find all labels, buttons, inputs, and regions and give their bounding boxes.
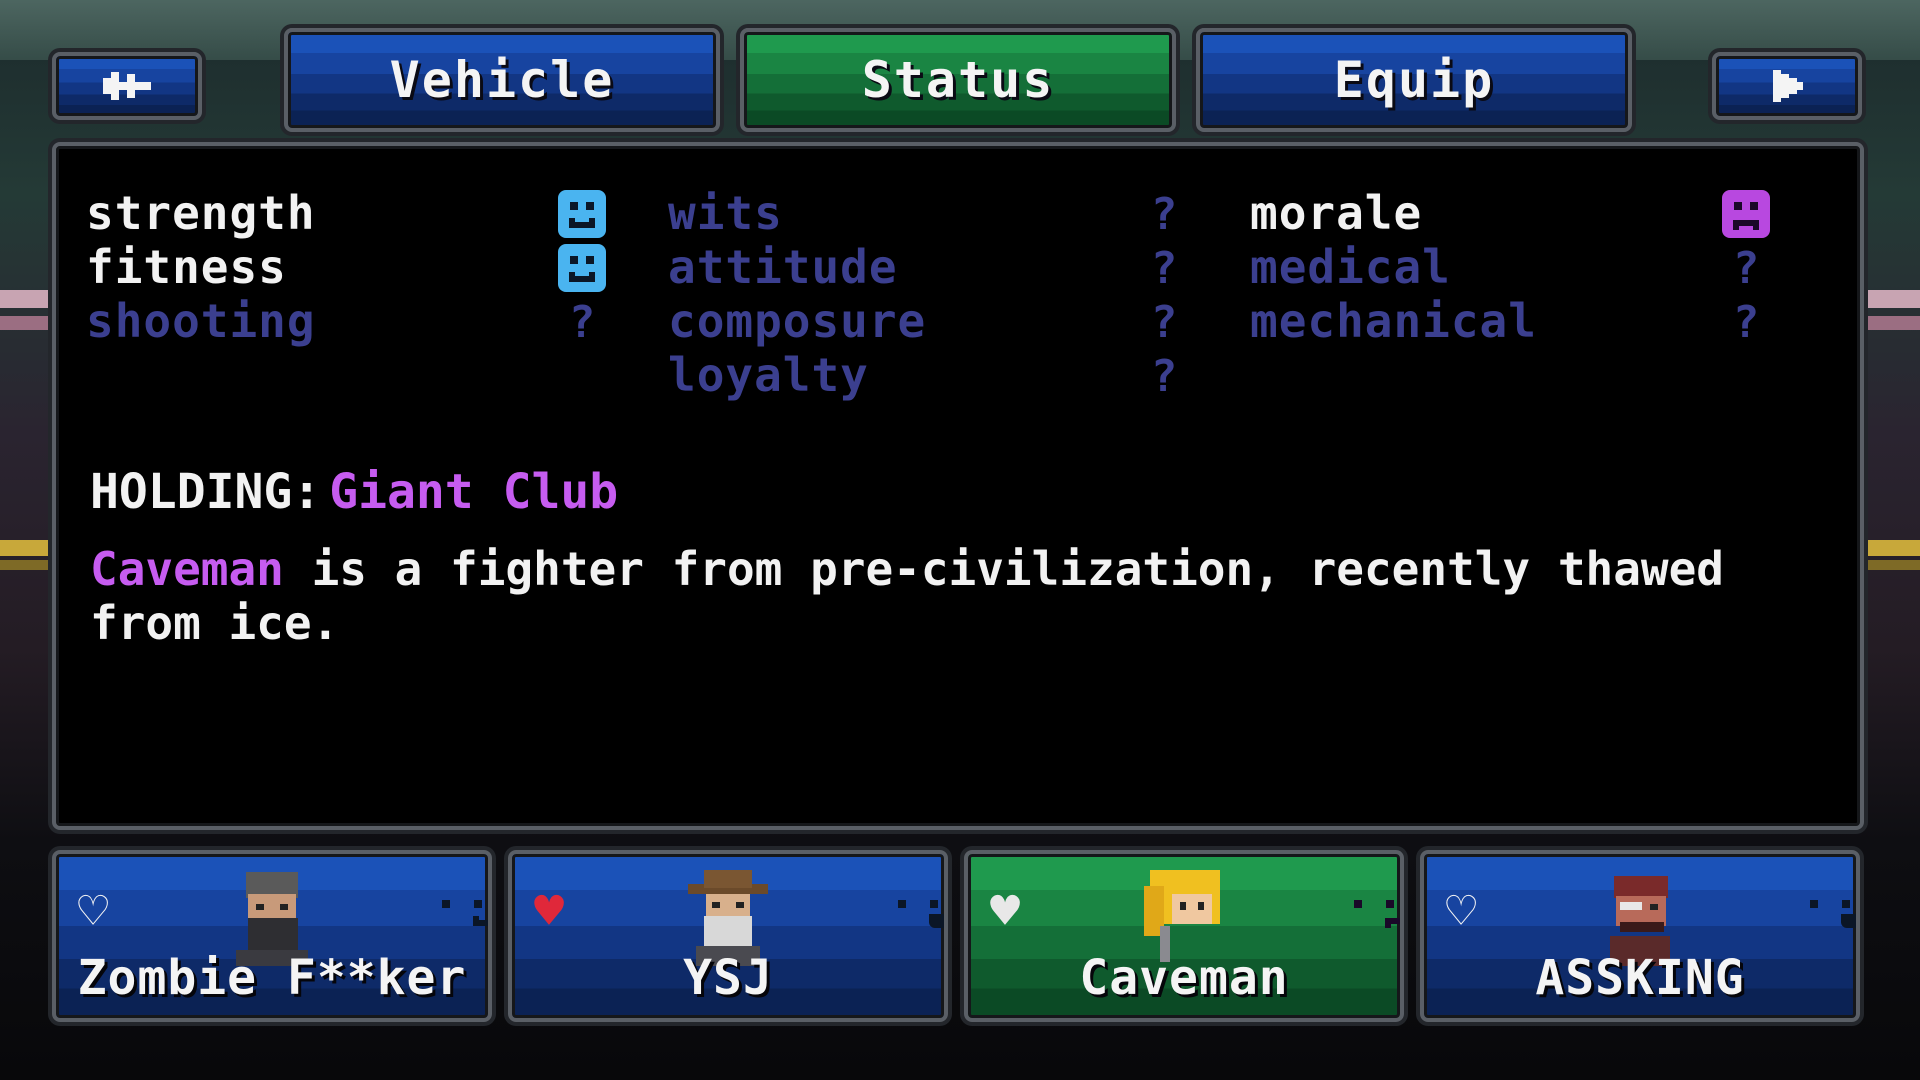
- stat-value: [558, 190, 606, 238]
- stat-row-strength: strength: [86, 186, 606, 240]
- stat-label: shooting: [86, 294, 316, 348]
- unknown-value: ?: [1150, 242, 1178, 294]
- stat-label: mechanical: [1250, 294, 1537, 348]
- holding-line: HOLDING: Giant Club: [90, 464, 618, 520]
- party-member-card[interactable]: ♡ Zombie F**ker: [52, 850, 492, 1022]
- description-text: is a fighter from pre-civilization, rece…: [90, 542, 1724, 650]
- stat-label: medical: [1250, 240, 1451, 294]
- stat-label: composure: [668, 294, 927, 348]
- party-member-name: YSJ: [683, 950, 773, 1006]
- frown-face-icon: [1722, 190, 1770, 238]
- tab-status-label: Status: [861, 51, 1055, 109]
- party-member-card[interactable]: ♥ YSJ: [508, 850, 948, 1022]
- stat-row-morale: morale: [1250, 186, 1770, 240]
- play-arrow-icon: [1773, 70, 1803, 102]
- unknown-value: ?: [1732, 296, 1760, 348]
- smile-face-icon: [558, 244, 606, 292]
- heart-empty-icon: ♡: [78, 882, 109, 940]
- stat-column-mental: wits ? attitude ? composure ? loyalty ?: [668, 186, 1188, 402]
- stat-row-attitude: attitude ?: [668, 240, 1188, 294]
- tab-equip[interactable]: Equip: [1196, 28, 1632, 132]
- party-member-name: Zombie F**ker: [77, 950, 467, 1006]
- description-character-name: Caveman: [90, 542, 284, 596]
- party-member-name: Caveman: [1079, 950, 1289, 1006]
- stat-label: loyalty: [668, 348, 869, 402]
- stat-row-loyalty: loyalty ?: [668, 348, 1188, 402]
- stat-row-medical: medical ?: [1250, 240, 1770, 294]
- stat-value: [1722, 190, 1770, 238]
- stat-label: attitude: [668, 240, 898, 294]
- party-member-card-selected[interactable]: ♥ Caveman: [964, 850, 1404, 1022]
- tab-status[interactable]: Status: [740, 28, 1176, 132]
- party-member-name: ASSKING: [1535, 950, 1745, 1006]
- stat-value: [558, 244, 606, 292]
- stat-row-shooting: shooting ?: [86, 294, 606, 348]
- status-panel: strength fitness shooting ? wits ? attit…: [52, 142, 1864, 830]
- unknown-value: ?: [1150, 296, 1178, 348]
- tab-equip-label: Equip: [1333, 51, 1495, 109]
- stat-column-other: morale medical ? mechanical ?: [1250, 186, 1770, 348]
- stat-row-mechanical: mechanical ?: [1250, 294, 1770, 348]
- tab-vehicle-label: Vehicle: [389, 51, 615, 109]
- heart-full-icon: ♥: [534, 882, 565, 940]
- held-item-name: Giant Club: [329, 464, 619, 520]
- tab-vehicle[interactable]: Vehicle: [284, 28, 720, 132]
- stat-label: strength: [86, 186, 316, 240]
- holding-label: HOLDING:: [90, 464, 322, 520]
- unknown-value: ?: [1732, 242, 1760, 294]
- heart-half-icon: ♥: [990, 882, 1021, 940]
- stat-label: morale: [1250, 186, 1423, 240]
- next-button[interactable]: [1712, 52, 1862, 120]
- character-description: Caveman is a fighter from pre-civilizati…: [90, 542, 1810, 650]
- smile-face-icon: [558, 190, 606, 238]
- stat-row-composure: composure ?: [668, 294, 1188, 348]
- stat-label: wits: [668, 186, 783, 240]
- unknown-value: ?: [568, 296, 596, 348]
- heart-empty-icon: ♡: [1446, 882, 1477, 940]
- party-member-card[interactable]: ♡ ASSKING: [1420, 850, 1860, 1022]
- back-button[interactable]: [52, 52, 202, 120]
- unknown-value: ?: [1150, 188, 1178, 240]
- stat-column-physical: strength fitness shooting ?: [86, 186, 606, 348]
- stat-row-wits: wits ?: [668, 186, 1188, 240]
- back-arrow-icon: [103, 72, 151, 100]
- unknown-value: ?: [1150, 350, 1178, 402]
- stat-label: fitness: [86, 240, 287, 294]
- stat-row-fitness: fitness: [86, 240, 606, 294]
